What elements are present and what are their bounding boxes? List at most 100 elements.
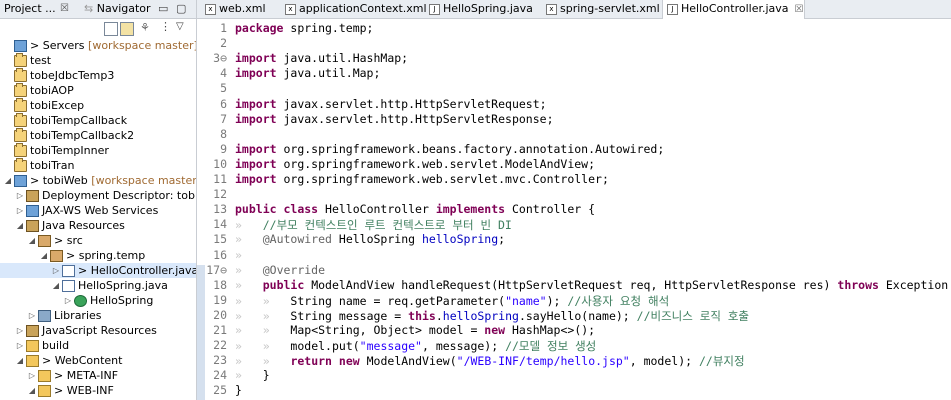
tree-item[interactable]: ▷ > META-INF [0,368,196,383]
code-line[interactable]: » //부모 컨텍스트인 루트 컨텍스트로 부터 빈 DI [235,217,512,233]
code-line[interactable]: import java.util.Map; [235,66,380,80]
tree-item[interactable]: tobiExcep [0,98,196,113]
git-decoration: [workspace master] [84,39,197,52]
tree-item[interactable]: tobiAOP [0,83,196,98]
tree-item[interactable]: ▷ JavaScript Resources [0,323,196,338]
tree-item[interactable]: ▷ Deployment Descriptor: tobiWeb [0,188,196,203]
code-line[interactable]: } [235,383,242,397]
collapse-all-icon[interactable] [104,22,118,36]
tree-item-label: Deployment Descriptor: tobiWeb [42,189,196,202]
minimize-icon[interactable]: ▭ [158,2,168,15]
tree-item[interactable]: ◢ > WebContent [0,353,196,368]
project-explorer-panel: Project ... ☒ ⇆ Navigator ▭ ▢ ⚘ ⋮ ▽ > Se… [0,0,197,400]
code-line[interactable]: » » String message = this.helloSpring.sa… [235,308,749,324]
tab-project-explorer[interactable]: Project ... [4,2,56,16]
view-menu-icon[interactable]: ⋮ [160,20,171,33]
class-icon [74,295,87,307]
tab-close-icon[interactable]: ☒ [60,2,69,16]
tab-navigator[interactable]: ⇆ Navigator [84,2,151,16]
tree-item[interactable]: ▷ Libraries [0,308,196,323]
code-line[interactable]: import javax.servlet.http.HttpServletRes… [235,112,554,126]
code-line[interactable]: » » Map<String, Object> model = new Hash… [235,323,595,337]
server-project-icon [14,40,27,52]
expand-twisty-icon[interactable]: ▷ [16,203,24,218]
code-line[interactable]: » » String name = req.getParameter("name… [235,293,669,309]
navigator-icon: ⇆ [84,2,97,15]
tree-item-label: > HelloController.java [78,264,197,277]
project-tree: > Servers [workspace master] test tobeJdbc… [0,38,196,398]
editor-tab[interactable]: J HelloSpring.java [425,0,533,18]
expand-twisty-icon[interactable]: ▷ [52,263,60,278]
tree-item[interactable]: tobiTran [0,158,196,173]
editor-tab[interactable]: J HelloController.java ☒ [662,0,805,19]
tree-item-label: > META-INF [54,369,119,382]
tree-item[interactable]: ◢ > WEB-INF [0,383,196,398]
focus-icon[interactable]: ⚘ [140,21,150,34]
collapse-twisty-icon[interactable]: ◢ [16,353,24,368]
expand-twisty-icon[interactable]: ▷ [16,188,24,203]
tree-item[interactable]: tobeJdbcTemp3 [0,68,196,83]
package-icon [50,250,63,262]
close-icon[interactable]: ☒ [795,4,804,15]
collapse-twisty-icon[interactable]: ◢ [40,248,48,263]
maximize-icon[interactable]: ▢ [176,2,186,15]
editor-tab[interactable]: x web.xml [201,0,266,18]
tree-item[interactable]: test [0,53,196,68]
collapse-twisty-icon[interactable]: ◢ [52,278,60,293]
line-number: 20 [213,307,227,322]
tree-item[interactable]: ▷ JAX-WS Web Services [0,203,196,218]
folder-icon [38,370,51,382]
tree-item[interactable]: ◢ > src [0,233,196,248]
code-line[interactable]: public class HelloController implements … [235,202,595,216]
code-line[interactable]: import java.util.HashMap; [235,51,408,65]
code-line[interactable]: import org.springframework.web.servlet.M… [235,157,595,171]
expand-twisty-icon[interactable]: ▷ [64,293,72,308]
expand-twisty-icon[interactable]: ▷ [28,368,36,383]
tree-item[interactable]: tobiTempInner [0,143,196,158]
tree-item[interactable]: ◢ > tobiWeb [workspace master] [0,173,196,188]
xml-file-icon: x [285,4,296,15]
code-line[interactable]: » [235,248,242,262]
collapse-twisty-icon[interactable]: ◢ [28,383,36,398]
code-line[interactable]: » } [235,368,270,382]
left-toolbar: ⚘ ⋮ ▽ [0,19,196,39]
tree-item[interactable]: ▷ HelloSpring [0,293,196,308]
expand-twisty-icon[interactable]: ▷ [16,338,24,353]
git-decoration: [workspace master] [87,174,197,187]
code-line[interactable]: » » return new ModelAndView("/WEB-INF/te… [235,353,745,369]
chevron-down-icon[interactable]: ▽ [176,21,184,32]
project-icon [14,53,27,67]
expand-twisty-icon[interactable]: ▷ [16,323,24,338]
tree-item-label: HelloSpring [90,294,154,307]
tree-item-label: tobeJdbcTemp3 [30,69,115,82]
tree-item[interactable]: ◢ HelloSpring.java [0,278,196,293]
tree-item[interactable]: ▷ > HelloController.java [0,263,196,278]
collapse-twisty-icon[interactable]: ◢ [4,173,12,188]
editor-tab[interactable]: x applicationContext.xml [281,0,427,18]
folder-icon [26,340,39,352]
code-line[interactable]: import javax.servlet.http.HttpServletReq… [235,97,547,111]
code-line[interactable]: » public ModelAndView handleRequest(Http… [235,278,951,292]
code-line[interactable]: import org.springframework.beans.factory… [235,142,664,156]
code-line[interactable]: » @Autowired HelloSpring helloSpring; [235,232,505,246]
tree-item[interactable]: tobiTempCallback2 [0,128,196,143]
code-line[interactable]: import org.springframework.web.servlet.m… [235,172,609,186]
code-line[interactable]: » @Override [235,263,325,277]
project-icon [14,113,27,127]
collapse-twisty-icon[interactable]: ◢ [16,218,24,233]
tree-item[interactable]: tobiTempCallback [0,113,196,128]
tree-item[interactable]: ▷ build [0,338,196,353]
code-line[interactable]: package spring.temp; [235,21,373,35]
editor-tab[interactable]: x spring-servlet.xml [542,0,660,18]
code-area[interactable]: 1 package spring.temp; 2 3⊖ import java.util… [197,19,951,400]
tree-item[interactable]: ◢ Java Resources [0,218,196,233]
code-line[interactable]: » » model.put("message", message); //모델 … [235,338,596,354]
expand-twisty-icon[interactable]: ▷ [28,308,36,323]
tree-item[interactable]: ◢ > spring.temp [0,248,196,263]
project-icon [14,158,27,172]
tree-item[interactable]: > Servers [workspace master] [0,38,196,53]
link-with-editor-icon[interactable] [120,22,134,36]
collapse-twisty-icon[interactable]: ◢ [28,233,36,248]
line-number: 2 [220,36,227,51]
project-icon [14,98,27,112]
